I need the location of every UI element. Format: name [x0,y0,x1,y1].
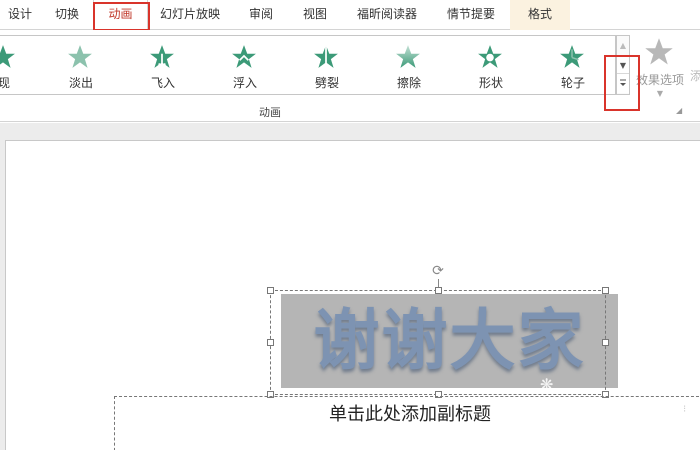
star-effect-icon [645,38,673,65]
chevron-down-icon: ▼ [656,89,664,98]
effect-options-label: 效果选项 [635,73,684,87]
gallery-item-label: 轮子 [560,76,585,90]
gallery-item-label: 现 [0,76,10,90]
tab-slideshow[interactable]: 幻灯片放映 [150,0,230,30]
tab-format[interactable]: 格式 [510,0,570,30]
tab-storyboard[interactable]: 情节提要 [436,0,506,30]
resize-handle[interactable] [602,339,609,346]
subtitle-placeholder-text: 单击此处添加副标题 [329,404,491,425]
gallery-item-label: 劈裂 [314,76,339,90]
highlight-box [93,2,150,31]
resize-handle[interactable] [435,287,442,294]
star-fly-in-icon [150,45,174,70]
star-shape-icon [478,45,502,68]
star-wheel-icon [560,45,584,68]
resize-handle[interactable] [267,339,274,346]
star-split-icon [314,45,338,68]
powerpoint-window: 设计 切换 动画 幻灯片放映 审阅 视图 福昕阅读器 情节提要 格式 现 淡出 [0,0,700,450]
subtitle-placeholder[interactable]: 单击此处添加副标题 [114,396,700,450]
resize-handle[interactable] [267,287,274,294]
ribbon-animations: 现 淡出 飞入 浮入 劈裂 擦除 形状 轮子 ▲ ▼ 效果选项 ▼ 添 动画 ◢ [0,30,700,122]
gallery-item-label: 淡出 [68,76,93,90]
highlight-box [604,55,640,111]
star-float-in-icon [232,45,256,68]
gallery-item-fly-in[interactable]: 飞入 [123,36,203,96]
add-animation-partial-label: 添 [690,69,700,83]
animation-gallery: 现 淡出 飞入 浮入 劈裂 擦除 形状 轮子 [0,35,616,95]
rotate-handle-icon[interactable]: ⟳ [430,263,446,279]
tab-review[interactable]: 审阅 [238,0,284,30]
gallery-scroll-up-button[interactable]: ▲ [617,36,629,55]
star-fade-icon [68,45,92,68]
tab-design[interactable]: 设计 [0,0,40,30]
gallery-item-label: 浮入 [232,76,257,90]
ribbon-tab-bar: 设计 切换 动画 幻灯片放映 审阅 视图 福昕阅读器 情节提要 格式 [0,0,700,31]
gallery-item-wheel[interactable]: 轮子 [533,36,613,96]
tab-transitions[interactable]: 切换 [42,0,92,30]
watermark-paw-icon: ❋ [540,375,554,394]
resize-handle[interactable] [602,287,609,294]
gallery-item-fade[interactable]: 淡出 [41,36,121,96]
gallery-item-label: 擦除 [396,76,421,90]
gallery-item-appear[interactable]: 现 [0,36,44,96]
ribbon-group-label: 动画 [259,106,281,119]
gallery-item-split[interactable]: 劈裂 [287,36,367,96]
tab-animations[interactable]: 动画 [93,0,150,31]
star-appear-icon [0,45,15,68]
dialog-launcher-icon[interactable]: ◢ [676,106,682,115]
gallery-item-label: 形状 [478,76,503,90]
selection-box [270,290,606,395]
watermark-mark-icon: ⁝ [683,404,687,415]
star-wipe-icon [396,45,420,68]
gallery-item-label: 飞入 [150,76,175,90]
gallery-item-wipe[interactable]: 擦除 [369,36,449,96]
gallery-item-float-in[interactable]: 浮入 [205,36,285,96]
tab-view[interactable]: 视图 [292,0,338,30]
tab-foxit-reader[interactable]: 福昕阅读器 [346,0,428,30]
gallery-item-shape[interactable]: 形状 [451,36,531,96]
